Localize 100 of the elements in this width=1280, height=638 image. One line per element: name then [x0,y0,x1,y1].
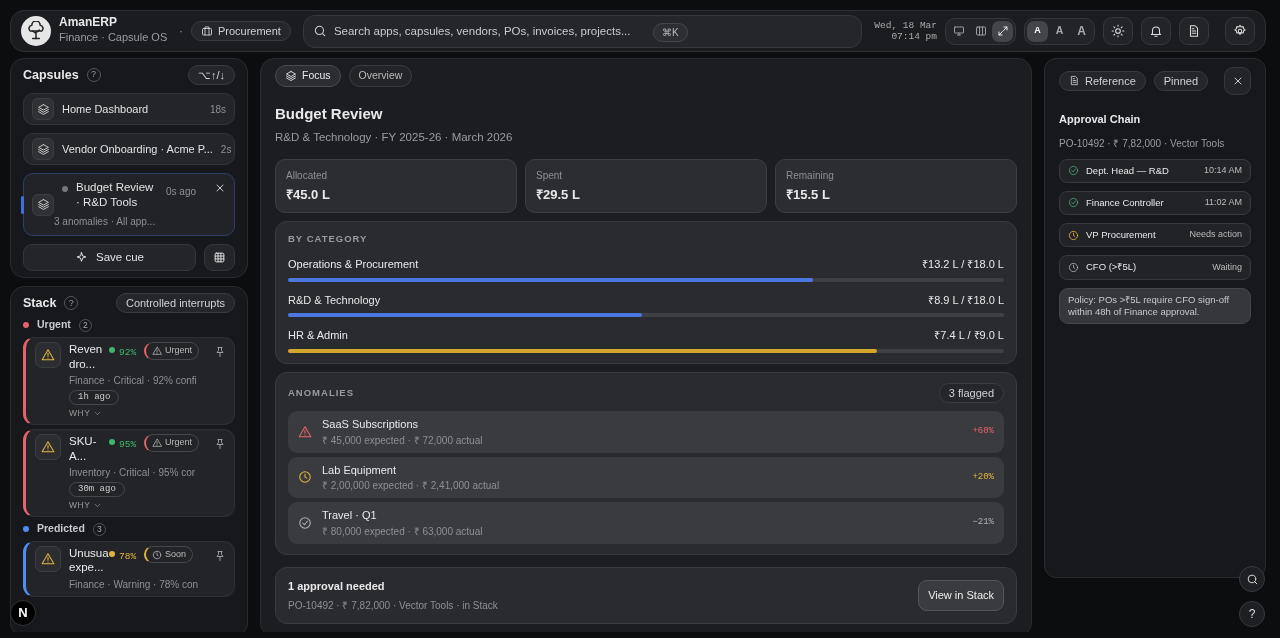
text-size-button[interactable]: A [1071,20,1092,42]
grid-icon [213,251,226,265]
shortcut-badge: ⌥↑/↓ [187,65,235,86]
date-text: Wed, 18 Mar [874,19,937,31]
step-name: VP Procurement [1086,228,1157,242]
category-name: HR & Admin [288,328,348,344]
stack-card[interactable]: SKU- A... 95% Urgent Inventory · Critical · 95% cor 30m ago WHY [23,429,235,518]
document-icon [1069,75,1080,87]
step-name: Finance Controller [1086,195,1165,210]
capsule-time: 0s ago [166,185,197,200]
flagged-badge: 3 flagged [938,382,1004,404]
panel-title: Stack [23,294,57,312]
panel-title: Capsules [23,66,79,84]
capsule-title: Home Dashboard [62,102,150,118]
step-status: 10:14 AM [1203,163,1242,177]
clock-icon [298,470,312,485]
module-chip[interactable]: Procurement [190,20,291,42]
document-button[interactable] [1179,17,1209,45]
capsule-item[interactable]: Budget Review · R&D Tools 0s ago 3 anomalies · All app... [23,173,235,237]
document-icon [1187,24,1201,38]
anomaly-row[interactable]: SaaS Subscriptions ₹ 45,000 expected · ₹ 72,000 actual +60% [288,411,1004,453]
group-label: Predicted [37,521,85,537]
save-cue-button[interactable]: Save cue [23,244,196,272]
columns-icon [974,25,987,37]
layers-icon [32,138,54,161]
monitor-icon [952,25,965,37]
capsule-time: 18s [209,102,226,117]
warning-icon [298,424,312,439]
search-icon [1245,572,1259,586]
step-name: CFO (>₹5L) [1086,260,1138,275]
category-amount: ₹8.9 L / ₹18.0 L [928,292,1004,308]
stat-value: ₹45.0 L [286,185,331,204]
notifications-button[interactable] [1141,17,1171,45]
section-heading: ANOMALIES [288,385,354,400]
capsule-item[interactable]: Home Dashboard 18s [23,93,235,126]
category-name: Operations & Procurement [288,257,419,273]
clock-icon [1068,261,1079,273]
text-size-button[interactable]: A [1049,20,1070,42]
view-mode-button[interactable] [992,20,1013,42]
step-status: Waiting [1212,260,1242,274]
capsule-time: 2s [220,142,232,157]
panel-subtitle: PO-10492 · ₹ 7,82,000 · Vector Tools [1059,136,1226,151]
theme-button[interactable] [1103,17,1133,45]
stack-card[interactable]: Reven dro... 92% Urgent Finance · Critical · 92% confi 1h ago WHY [23,337,235,426]
bell-icon [1149,24,1163,38]
delta-value: +20% [972,470,994,484]
anomaly-title: Lab Equipment [322,462,397,478]
pin-icon[interactable] [214,549,226,562]
view-in-stack-button[interactable]: View in Stack [918,580,1004,611]
view-tab[interactable]: Focus [275,65,341,87]
capsule-detail: 3 anomalies · All app... [54,215,157,230]
settings-button[interactable] [1225,17,1255,45]
help-button[interactable]: ? [1239,601,1265,627]
layers-icon [32,98,54,121]
delta-value: +60% [972,425,994,439]
page-title: Budget Review [275,103,384,124]
clock-icon [152,549,163,560]
search-button[interactable] [1239,566,1265,592]
pin-icon[interactable] [214,346,226,359]
card-title: SKU- A... [69,434,98,463]
status-dot-icon [62,186,68,193]
pin-icon[interactable] [214,438,226,451]
separator-dot: · [179,23,183,39]
stat-label: Spent [536,168,564,183]
view-tab[interactable]: Overview [348,65,413,87]
capsule-title: Vendor Onboarding · Acme P... [62,142,213,158]
capsule-title: Budget Review · R&D Tools [76,180,155,211]
check-circle-icon [1068,165,1079,177]
briefcase-icon [200,25,213,37]
warning-icon [35,434,61,461]
section-heading: BY CATEGORY [288,232,369,246]
page-subtitle: R&D & Technology · FY 2025-26 · March 2026 [275,130,514,146]
card-title: Reven dro... [69,342,104,371]
reference-chip[interactable]: Reference [1059,70,1146,92]
stat-label: Remaining [786,168,835,183]
anomaly-row[interactable]: Lab Equipment ₹ 2,00,000 expected · ₹ 2,41,000 actual +20% [288,456,1004,499]
confidence-value: 92% [119,346,137,361]
text-size-button[interactable]: A [1027,20,1048,42]
why-toggle[interactable]: WHY [69,499,103,513]
card-meta: Inventory · Critical · 95% cor [69,465,197,480]
warning-icon [35,545,61,572]
warning-icon [35,342,61,369]
anomaly-row[interactable]: Travel · Q1 ₹ 80,000 expected · ₹ 63,000 actual −21% [288,502,1004,544]
stack-card[interactable]: Unusua expe... 78% Soon Finance · Warning · 78% con [23,540,235,597]
capsule-item[interactable]: Vendor Onboarding · Acme P... 2s [23,133,235,166]
why-toggle[interactable]: WHY [69,407,103,421]
reference-chip[interactable]: Pinned [1153,70,1209,92]
approval-title: 1 approval needed [288,578,386,594]
policy-note: Policy: POs >₹5L require CFO sign-off within 48h of Finance approval. [1059,287,1251,325]
card-meta: Finance · Warning · 78% con [69,577,200,592]
anomaly-detail: ₹ 80,000 expected · ₹ 63,000 actual [322,524,484,539]
category-amount: ₹7.4 L / ₹9.0 L [934,328,1004,344]
sun-icon [1111,24,1125,38]
grid-button[interactable] [204,244,235,272]
category-name: R&D & Technology [288,292,381,308]
confidence-value: 78% [119,549,137,564]
stat-value: ₹29.5 L [536,185,581,204]
group-label: Urgent [37,317,71,333]
search-icon [312,23,327,38]
check-circle-icon [298,515,312,530]
